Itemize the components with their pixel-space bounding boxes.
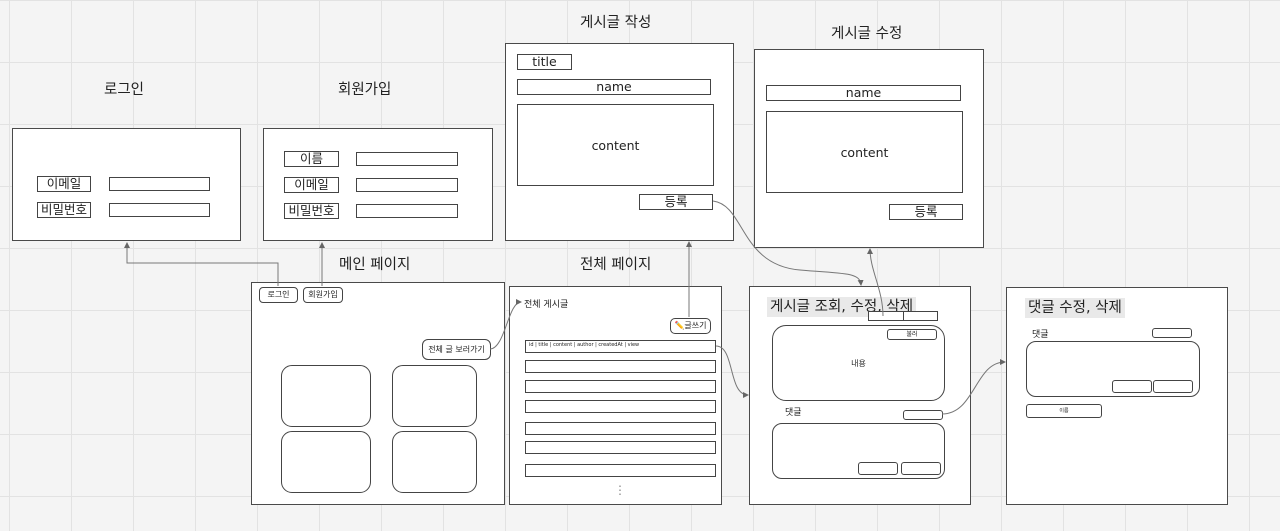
main-signup-button[interactable]: 회원가입 [303,287,343,303]
main-frame: 로그인 회원가입 전체 글 보러가기 [251,282,505,505]
main-card[interactable] [281,431,371,493]
comment-top-button[interactable] [1152,328,1192,338]
comment-card [1026,341,1200,397]
detail-comments-label: 댓글 [785,408,802,418]
connector-main-to-login [124,242,279,286]
list-row[interactable] [525,464,716,477]
main-title: 메인 페이지 [339,257,411,273]
comment-title: 댓글 수정, 삭제 [1025,298,1125,319]
login-title: 로그인 [104,82,145,98]
login-password-field[interactable] [109,203,210,217]
write-content-placeholder: content [591,138,640,153]
edit-content-placeholder: content [840,145,889,160]
login-password-label: 비밀번호 [37,202,91,218]
signup-password-field[interactable] [356,204,458,218]
detail-comment-card [772,423,945,479]
signup-name-label: 이름 [284,151,339,167]
edit-frame: name content 등록 [754,49,984,248]
login-email-label: 이메일 [37,176,91,192]
write-title-field[interactable]: title [517,54,572,70]
list-header-row: id | title | content | author | createdA… [525,340,716,353]
comment-label: 댓글 [1032,330,1049,340]
signup-password-label: 비밀번호 [284,203,339,219]
detail-edit-button[interactable] [868,311,907,321]
write-submit-button[interactable]: 등록 [639,194,713,210]
edit-submit-button[interactable]: 등록 [889,204,963,220]
signup-frame: 이름 이메일 비밀번호 [263,128,493,241]
detail-comment-action-button[interactable] [903,410,943,420]
list-heading: 전체 게시글 [524,300,569,310]
edit-content-field[interactable]: content [766,111,963,193]
main-login-button[interactable]: 로그인 [259,287,298,303]
login-frame: 이메일 비밀번호 [12,128,241,241]
comment-frame: 댓글 수정, 삭제 댓글 이름 [1006,287,1228,505]
list-row[interactable] [525,380,716,393]
main-card[interactable] [281,365,371,427]
main-view-all-button[interactable]: 전체 글 보러가기 [422,339,491,360]
detail-comment-edit-button[interactable] [858,462,898,475]
login-email-field[interactable] [109,177,210,191]
list-frame: 전체 게시글 ✏️글쓰기 id | title | content | auth… [509,286,722,505]
detail-small-button[interactable]: 불러 [887,329,937,340]
list-row[interactable] [525,360,716,373]
signup-email-label: 이메일 [284,177,339,193]
comment-edit-button[interactable] [1112,380,1152,393]
detail-comment-delete-button[interactable] [901,462,941,475]
list-title: 전체 페이지 [580,257,652,273]
detail-content-text: 내용 [851,359,866,368]
list-header-text: id | title | content | author | createdA… [529,342,640,348]
comment-delete-button[interactable] [1153,380,1193,393]
signup-name-field[interactable] [356,152,458,166]
detail-frame: 게시글 조회, 수정, 삭제 내용 불러 댓글 [749,286,971,505]
signup-email-field[interactable] [356,178,458,192]
write-title: 게시글 작성 [580,15,652,31]
detail-delete-button[interactable] [903,311,938,321]
list-row[interactable] [525,422,716,435]
list-row[interactable] [525,400,716,413]
signup-title: 회원가입 [338,82,392,98]
list-write-button[interactable]: ✏️글쓰기 [670,318,711,334]
edit-name-field[interactable]: name [766,85,961,101]
main-card[interactable] [392,365,477,427]
comment-name-button[interactable]: 이름 [1026,404,1102,418]
write-name-field[interactable]: name [517,79,711,95]
write-content-field[interactable]: content [517,104,714,186]
edit-title: 게시글 수정 [831,26,903,42]
list-more-indicator: ⋮ [614,483,626,497]
main-card[interactable] [392,431,477,493]
list-row[interactable] [525,441,716,454]
write-frame: title name content 등록 [505,43,734,241]
